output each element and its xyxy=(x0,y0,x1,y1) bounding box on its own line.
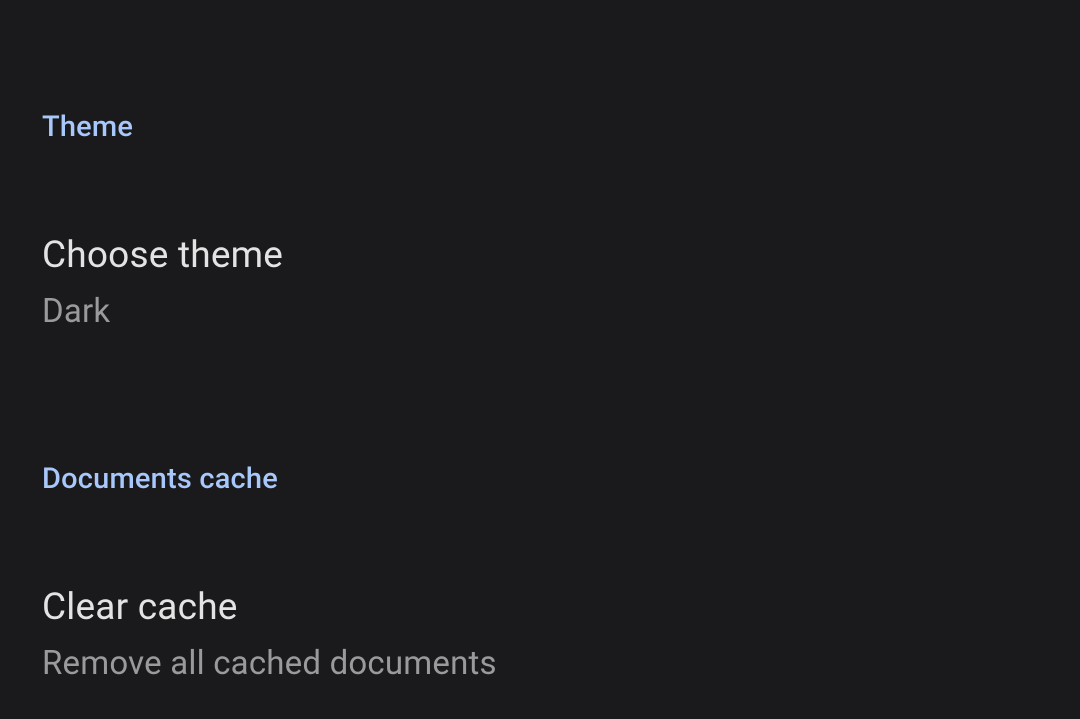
theme-section-header: Theme xyxy=(0,0,1080,144)
choose-theme-value: Dark xyxy=(42,292,1038,332)
clear-cache-item[interactable]: Clear cache Remove all cached documents xyxy=(0,496,1080,684)
cache-section-header: Documents cache xyxy=(0,332,1080,496)
clear-cache-subtitle: Remove all cached documents xyxy=(42,644,1038,684)
settings-container: Theme Choose theme Dark Documents cache … xyxy=(0,0,1080,684)
choose-theme-item[interactable]: Choose theme Dark xyxy=(0,144,1080,332)
choose-theme-title: Choose theme xyxy=(42,234,1038,278)
clear-cache-title: Clear cache xyxy=(42,586,1038,630)
